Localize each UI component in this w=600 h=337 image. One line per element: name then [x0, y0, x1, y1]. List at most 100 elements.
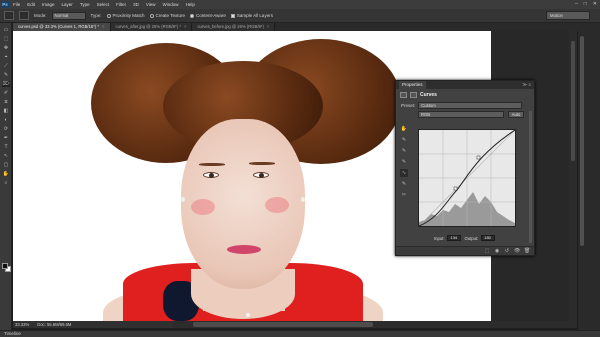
- smooth-curve-icon[interactable]: ✂: [400, 191, 408, 199]
- output-field[interactable]: 180: [481, 235, 496, 241]
- menu-filter[interactable]: Filter: [116, 2, 126, 7]
- shape-tool-icon[interactable]: ▢: [2, 162, 10, 168]
- auto-button[interactable]: Auto: [508, 111, 524, 118]
- create-texture-option[interactable]: Create Texture: [149, 13, 185, 18]
- proximity-match-option[interactable]: Proximity Match: [106, 13, 145, 18]
- preset-select[interactable]: Custom: [418, 101, 523, 109]
- menu-view[interactable]: View: [146, 2, 156, 7]
- doc-size: Doc: 55.6M/69.6M: [37, 322, 72, 327]
- reset-icon[interactable]: ↺: [504, 248, 510, 254]
- move-tool-icon[interactable]: ▭: [2, 27, 10, 33]
- content-aware-option[interactable]: Content-Aware: [189, 13, 226, 18]
- mask-icon[interactable]: [410, 91, 417, 98]
- draw-curve-icon[interactable]: ✎: [400, 180, 408, 188]
- white-point-eyedropper-icon[interactable]: ✎: [400, 158, 408, 166]
- path-selection-tool-icon[interactable]: ↖: [2, 153, 10, 159]
- create-texture-radio[interactable]: [149, 13, 154, 18]
- right-eye: [253, 172, 269, 178]
- healing-brush-tool-icon[interactable]: ⌦: [2, 81, 10, 87]
- menu-file[interactable]: File: [13, 2, 20, 7]
- menu-type[interactable]: Type: [80, 2, 90, 7]
- proximity-match-label: Proximity Match: [112, 13, 145, 18]
- foreground-color-swatch[interactable]: [2, 263, 8, 269]
- workspace-select[interactable]: Motion: [546, 11, 590, 20]
- menu-select[interactable]: Select: [97, 2, 110, 7]
- menu-layer[interactable]: Layer: [62, 2, 73, 7]
- zoom-level[interactable]: 33.33%: [15, 322, 29, 327]
- hand-tool-icon[interactable]: ✋: [2, 171, 10, 177]
- curve-point-1[interactable]: [453, 186, 458, 191]
- visibility-icon[interactable]: 👁: [514, 248, 520, 254]
- input-field[interactable]: 134: [447, 235, 462, 241]
- type-tool-icon[interactable]: T: [2, 144, 10, 150]
- gray-point-eyedropper-icon[interactable]: ✎: [400, 147, 408, 155]
- panel-menu-icon[interactable]: ≫ ≡: [522, 82, 531, 88]
- maximize-button[interactable]: □: [584, 1, 587, 7]
- horizontal-scroll-thumb[interactable]: [193, 322, 373, 327]
- content-aware-radio[interactable]: [189, 13, 194, 18]
- curves-title: Curves: [420, 91, 437, 98]
- menu-window[interactable]: Window: [163, 2, 179, 7]
- clip-to-layer-icon[interactable]: ⬚: [484, 248, 490, 254]
- mode-label: Mode:: [34, 13, 47, 18]
- properties-scrollbar[interactable]: [529, 111, 532, 243]
- tab-curves-after[interactable]: curves_after.jpg @ 25% (RGB/8*) * ×: [110, 23, 193, 31]
- curve-point-2[interactable]: [476, 155, 481, 160]
- sample-all-layers-option[interactable]: Sample All Layers: [230, 13, 273, 18]
- curves-graph[interactable]: [418, 129, 516, 227]
- trash-icon[interactable]: 🗑: [524, 248, 530, 254]
- left-eyebrow: [199, 163, 225, 166]
- close-tab-icon[interactable]: ×: [102, 24, 104, 29]
- channel-select[interactable]: RGB: [418, 111, 504, 118]
- close-tab-icon[interactable]: ×: [184, 24, 186, 29]
- tab-curves-before[interactable]: curves_before.jpg @ 25% (RGB/8*) ×: [192, 23, 276, 31]
- curve-tools: ✋ ✎ ✎ ✎ ∿ ✎ ✂: [400, 125, 412, 202]
- right-earring: [301, 197, 305, 202]
- right-cheek: [265, 197, 289, 213]
- vertical-scrollbar[interactable]: [569, 31, 577, 321]
- lasso-tool-icon[interactable]: ✥: [2, 45, 10, 51]
- menu-3d[interactable]: 3D: [133, 2, 139, 7]
- crop-tool-icon[interactable]: ⟋: [2, 63, 10, 69]
- brush-tool-icon[interactable]: ✐: [2, 90, 10, 96]
- quick-select-tool-icon[interactable]: ⌖: [2, 54, 10, 60]
- adjustment-layer-icon: [400, 91, 407, 98]
- menu-image[interactable]: Image: [42, 2, 55, 7]
- eyedropper-tool-icon[interactable]: ✎: [2, 72, 10, 78]
- pen-tool-icon[interactable]: ✒: [2, 135, 10, 141]
- sample-all-layers-checkbox[interactable]: [230, 13, 235, 18]
- menu-help[interactable]: Help: [186, 2, 195, 7]
- properties-tab[interactable]: Properties: [399, 81, 426, 89]
- minimize-button[interactable]: –: [575, 1, 578, 7]
- preset-label: Preset:: [401, 102, 416, 108]
- history-brush-tool-icon[interactable]: ◧: [2, 108, 10, 114]
- black-point-eyedropper-icon[interactable]: ✎: [400, 136, 408, 144]
- dress-button: [246, 313, 250, 317]
- vertical-scroll-thumb[interactable]: [571, 41, 575, 161]
- view-previous-icon[interactable]: ◉: [494, 248, 500, 254]
- edit-points-icon[interactable]: ∿: [400, 169, 408, 177]
- menu-edit[interactable]: Edit: [27, 2, 35, 7]
- left-earring: [181, 197, 185, 202]
- channel-row: RGB Auto: [396, 110, 534, 119]
- targeted-adjustment-icon[interactable]: ✋: [400, 125, 408, 133]
- curves-graph-svg: [418, 129, 516, 227]
- tab-curves-psd[interactable]: curves.psd @ 33.3% (Curves 1, RGB/16*) *…: [13, 23, 111, 31]
- clone-stamp-tool-icon[interactable]: ⧖: [2, 99, 10, 105]
- window-controls: – □ ✕: [575, 1, 597, 7]
- gradient-tool-icon[interactable]: ⟳: [2, 126, 10, 132]
- dock-scrollbar[interactable]: [580, 36, 584, 246]
- zoom-tool-icon[interactable]: ⌕: [2, 180, 10, 186]
- mode-select[interactable]: Normal: [51, 11, 86, 20]
- proximity-match-radio[interactable]: [106, 13, 111, 18]
- eraser-tool-icon[interactable]: ◐: [2, 117, 10, 123]
- marquee-tool-icon[interactable]: ⬚: [2, 36, 10, 42]
- close-tab-icon[interactable]: ×: [267, 24, 269, 29]
- timeline-panel-tab[interactable]: Timeline: [0, 330, 600, 337]
- tab-label: curves_before.jpg @ 25% (RGB/8*): [197, 24, 264, 29]
- close-button[interactable]: ✕: [593, 1, 597, 7]
- options-bar: Mode: Normal Type: Proximity Match Creat…: [0, 9, 600, 23]
- tool-preset-picker[interactable]: [4, 11, 14, 20]
- type-label: Type:: [90, 13, 102, 18]
- brush-preset-picker[interactable]: [19, 11, 29, 20]
